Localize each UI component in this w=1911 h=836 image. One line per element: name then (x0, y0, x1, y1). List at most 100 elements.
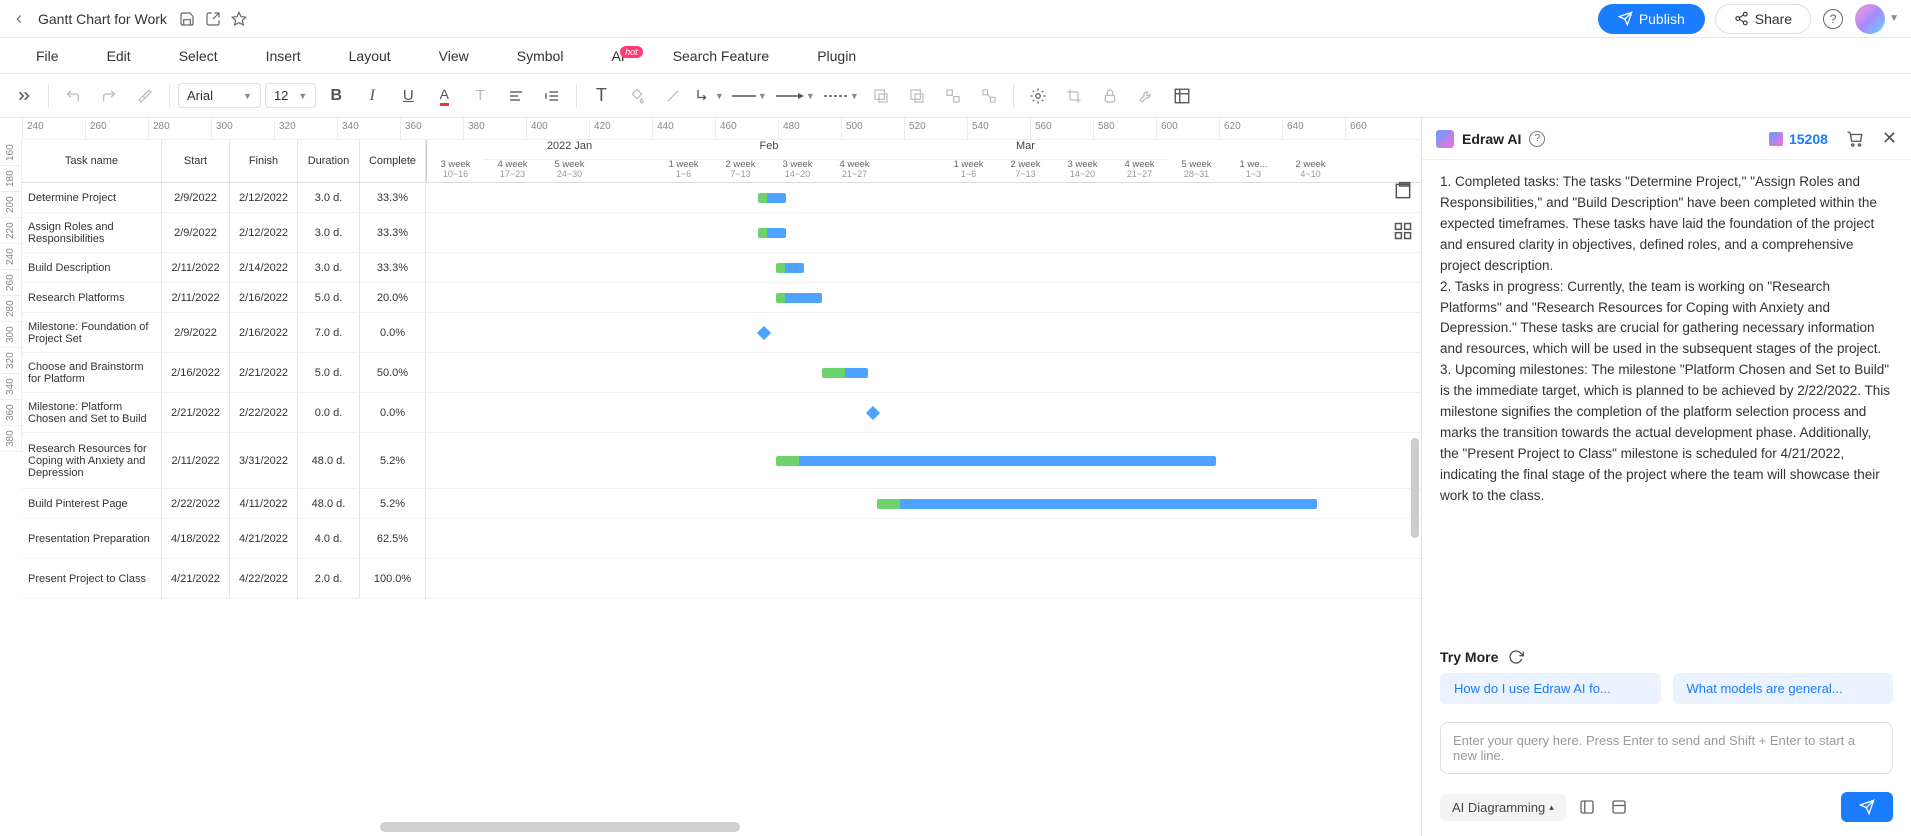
table-row[interactable]: Build Description2/11/20222/14/20223.0 d… (22, 253, 1421, 283)
undo-icon[interactable] (57, 80, 89, 112)
suggestion-2[interactable]: What models are general... (1673, 673, 1894, 704)
send-button[interactable] (1841, 792, 1893, 822)
vertical-scrollbar[interactable] (1411, 438, 1419, 538)
week-label: 5 week28~31 (1168, 158, 1225, 182)
ungroup-icon[interactable] (973, 80, 1005, 112)
milestone-marker[interactable] (757, 326, 771, 340)
menu-view[interactable]: View (415, 48, 493, 64)
line-color-icon[interactable] (657, 80, 689, 112)
crop-icon[interactable] (1058, 80, 1090, 112)
ai-credits[interactable]: 15208 (1769, 131, 1828, 147)
gantt-bar[interactable] (758, 228, 786, 238)
publish-button[interactable]: Publish (1598, 4, 1705, 34)
week-label: 2 week7~13 (712, 158, 769, 182)
week-label: 3 week14~20 (769, 158, 826, 182)
table-row[interactable]: Research Platforms2/11/20222/16/20225.0 … (22, 283, 1421, 313)
help-icon[interactable]: ? (1823, 9, 1843, 29)
font-color-icon[interactable]: A (428, 80, 460, 112)
share-button[interactable]: Share (1715, 4, 1811, 34)
back-icon[interactable] (12, 12, 26, 26)
effects-icon[interactable] (1022, 80, 1054, 112)
star-icon[interactable] (231, 11, 247, 27)
gantt-bar[interactable] (822, 368, 868, 378)
layers-tool-icon[interactable] (1392, 180, 1414, 202)
ai-attachment-icon[interactable] (1576, 798, 1598, 816)
week-label (598, 158, 655, 182)
task-name-cell: Present Project to Class (22, 559, 162, 598)
underline-icon[interactable]: U (392, 80, 424, 112)
shape-front-icon[interactable] (901, 80, 933, 112)
align-icon[interactable] (500, 80, 532, 112)
line-spacing-icon[interactable] (536, 80, 568, 112)
grid-tool-icon[interactable] (1392, 220, 1414, 242)
gantt-bar[interactable] (776, 293, 822, 303)
menu-edit[interactable]: Edit (83, 48, 155, 64)
table-row[interactable]: Determine Project2/9/20222/12/20223.0 d.… (22, 183, 1421, 213)
italic-icon[interactable]: I (356, 80, 388, 112)
menu-symbol[interactable]: Symbol (493, 48, 588, 64)
gantt-bar[interactable] (758, 193, 786, 203)
font-family-select[interactable]: Arial▼ (178, 83, 261, 108)
menu-select[interactable]: Select (155, 48, 242, 64)
ai-mode-select[interactable]: AI Diagramming▴ (1440, 794, 1566, 821)
dash-style-icon[interactable]: ▼ (821, 80, 861, 112)
menu-ai[interactable]: AIhot (587, 48, 648, 64)
menu-insert[interactable]: Insert (242, 48, 325, 64)
gantt-chart[interactable]: Task name Start Finish Duration Complete… (22, 140, 1421, 836)
gantt-body: Determine Project2/9/20222/12/20223.0 d.… (22, 183, 1421, 599)
horizontal-scrollbar[interactable] (380, 822, 740, 832)
tools-icon[interactable] (1130, 80, 1162, 112)
table-row[interactable]: Milestone: Platform Chosen and Set to Bu… (22, 393, 1421, 433)
table-row[interactable]: Build Pinterest Page2/22/20224/11/202248… (22, 489, 1421, 519)
refresh-icon[interactable] (1508, 649, 1524, 665)
avatar[interactable] (1855, 4, 1885, 34)
export-icon[interactable] (205, 11, 221, 27)
avatar-dropdown-icon[interactable]: ▼ (1889, 13, 1899, 24)
ruler-tick: 440 (652, 118, 715, 139)
document-title: Gantt Chart for Work (38, 11, 167, 27)
redo-icon[interactable] (93, 80, 125, 112)
table-row[interactable]: Present Project to Class4/21/20224/22/20… (22, 559, 1421, 599)
gantt-bar[interactable] (776, 456, 1216, 466)
text-format-icon[interactable]: T (464, 80, 496, 112)
save-icon[interactable] (179, 11, 195, 27)
canvas-area[interactable]: 2402602803003203403603804004204404604805… (0, 118, 1421, 836)
suggestion-1[interactable]: How do I use Edraw AI fo... (1440, 673, 1661, 704)
arrow-style-icon[interactable]: ▼ (773, 80, 817, 112)
bar-area (426, 183, 1338, 212)
format-painter-icon[interactable] (129, 80, 161, 112)
line-style-icon[interactable]: ▼ (729, 80, 769, 112)
close-icon[interactable]: ✕ (1882, 128, 1897, 149)
table-row[interactable]: Choose and Brainstorm for Platform2/16/2… (22, 353, 1421, 393)
gantt-bar[interactable] (877, 499, 1317, 509)
text-tool-icon[interactable]: T (585, 80, 617, 112)
table-row[interactable]: Research Resources for Coping with Anxie… (22, 433, 1421, 489)
menu-layout[interactable]: Layout (325, 48, 415, 64)
shape-back-icon[interactable] (865, 80, 897, 112)
table-row[interactable]: Milestone: Foundation of Project Set2/9/… (22, 313, 1421, 353)
ai-template-icon[interactable] (1608, 798, 1630, 816)
panel-toggle-icon[interactable] (8, 80, 40, 112)
font-size-select[interactable]: 12▼ (265, 83, 316, 108)
group-icon[interactable] (937, 80, 969, 112)
table-row[interactable]: Assign Roles and Responsibilities2/9/202… (22, 213, 1421, 253)
menu-plugin[interactable]: Plugin (793, 48, 880, 64)
menu-search-feature[interactable]: Search Feature (649, 48, 794, 64)
fill-color-icon[interactable] (621, 80, 653, 112)
table-row[interactable]: Presentation Preparation4/18/20224/21/20… (22, 519, 1421, 559)
ai-help-icon[interactable]: ? (1529, 131, 1545, 147)
cart-icon[interactable] (1846, 130, 1864, 148)
connector-icon[interactable]: ▼ (693, 80, 725, 112)
lock-icon[interactable] (1094, 80, 1126, 112)
bold-icon[interactable]: B (320, 80, 352, 112)
gantt-bar[interactable] (776, 263, 804, 273)
ai-input[interactable]: Enter your query here. Press Enter to se… (1440, 722, 1893, 774)
ruler-tick: 180 (0, 166, 21, 192)
ruler-tick: 320 (274, 118, 337, 139)
menu-file[interactable]: File (12, 48, 83, 64)
table-icon[interactable] (1166, 80, 1198, 112)
milestone-marker[interactable] (866, 406, 880, 420)
ruler-tick: 320 (0, 348, 21, 374)
task-name-cell: Build Description (22, 253, 162, 282)
task-duration-cell: 2.0 d. (298, 559, 360, 598)
